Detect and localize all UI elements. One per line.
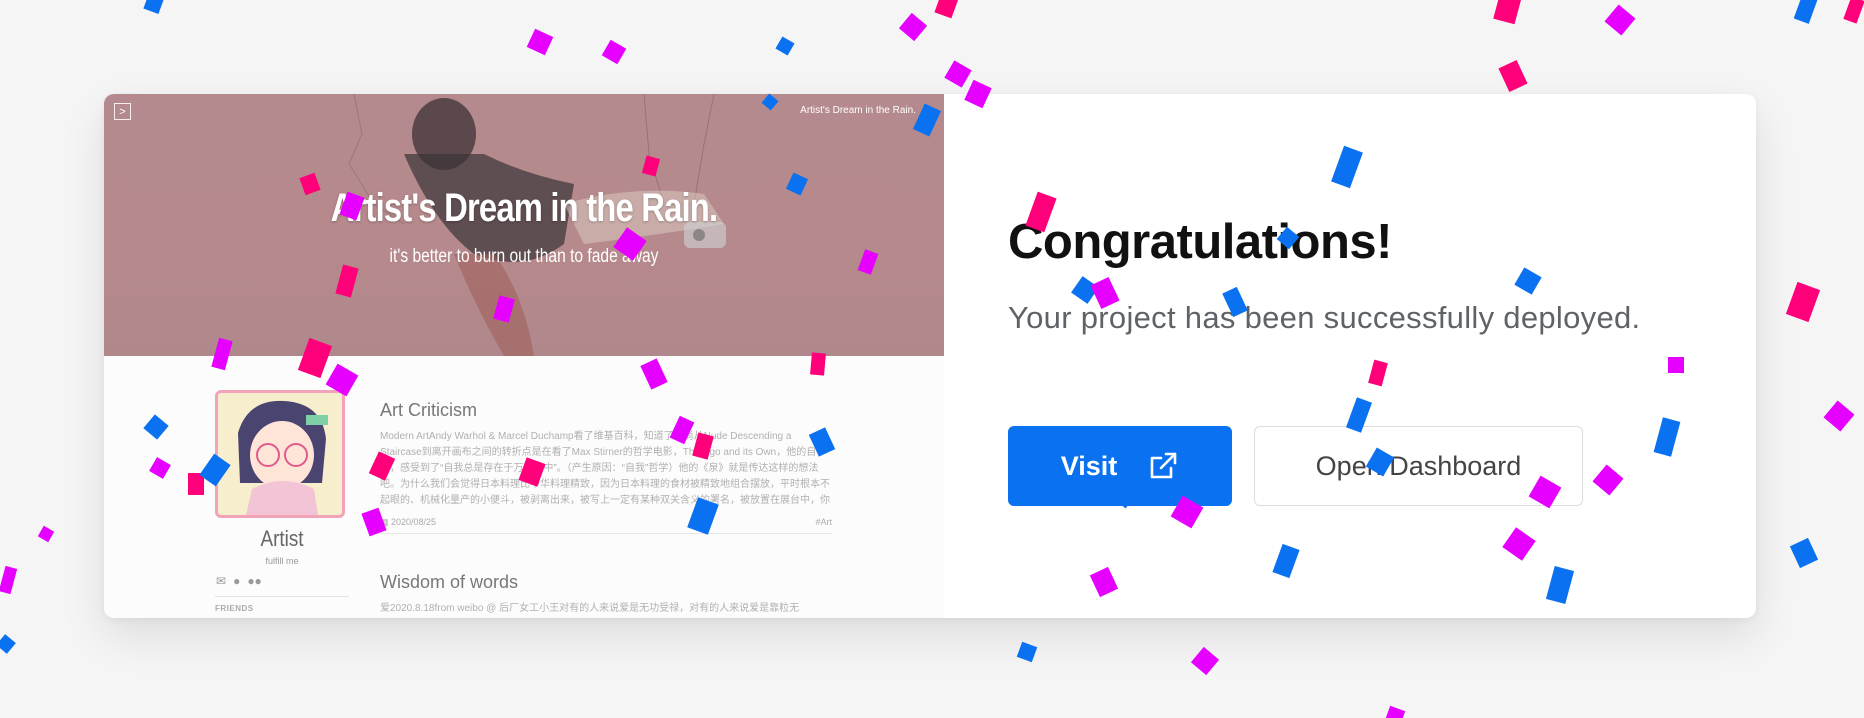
post-title[interactable]: Wisdom of words [380, 572, 832, 593]
profile-divider [215, 596, 349, 597]
open-dashboard-button[interactable]: Open Dashboard [1254, 426, 1583, 506]
profile-name: Artist [260, 526, 304, 551]
avatar-illustration [218, 393, 342, 515]
profile-social-icons: ✉ ● ●● [215, 574, 349, 588]
post-title[interactable]: Art Criticism [380, 400, 832, 421]
post-excerpt: Modern ArtAndy Warhol & Marcel Duchamp看了… [380, 431, 830, 506]
post-date-text: 2020/08/25 [391, 517, 437, 527]
post-tag[interactable]: #Art [815, 517, 832, 528]
post-item[interactable]: Art Criticism Modern ArtAndy Warhol & Ma… [380, 400, 832, 534]
mail-icon[interactable]: ✉ [216, 574, 226, 588]
congrats-heading: Congratulations! [1008, 215, 1392, 269]
wechat-icon[interactable]: ●● [247, 574, 262, 588]
calendar-icon: ▦ [380, 517, 392, 527]
deployment-card: > Artist's Dream in the Rain. Artist's D… [104, 94, 1756, 618]
github-icon[interactable]: ● [233, 574, 240, 588]
preview-hero-banner: > Artist's Dream in the Rain. Artist's D… [104, 94, 944, 356]
preview-hero-subtitle: it's better to burn out than to fade awa… [389, 246, 659, 267]
profile-links-heading: FRIENDS [215, 604, 254, 613]
post-excerpt: 爱2020.8.18from weibo @ 后厂女工小王对有的人来说爱是无功受… [380, 603, 800, 614]
post-item[interactable]: Wisdom of words 爱2020.8.18from weibo @ 后… [380, 572, 832, 617]
preview-profile-card: Artist fulfill me ✉ ● ●● FRIENDS [215, 390, 349, 613]
congrats-subtext: Your project has been successfully deplo… [1008, 300, 1641, 335]
congrats-message: Congratulations! Your project has been s… [1008, 214, 1640, 336]
profile-motto: fulfill me [265, 556, 299, 566]
site-preview[interactable]: > Artist's Dream in the Rain. Artist's D… [104, 94, 944, 618]
avatar [215, 390, 345, 518]
external-link-icon [1150, 452, 1177, 479]
open-dashboard-label: Open Dashboard [1315, 450, 1522, 481]
preview-corner-title: Artist's Dream in the Rain. [800, 105, 916, 116]
preview-hero-title: Artist's Dream in the Rain. [330, 186, 718, 230]
preview-menu-icon[interactable]: > [114, 103, 131, 120]
post-date: ▦ 2020/08/25 [380, 517, 436, 528]
visit-button-label: Visit [1060, 450, 1118, 481]
visit-button[interactable]: Visit [1008, 426, 1232, 506]
post-meta: ▦ 2020/08/25 #Art [380, 517, 832, 534]
